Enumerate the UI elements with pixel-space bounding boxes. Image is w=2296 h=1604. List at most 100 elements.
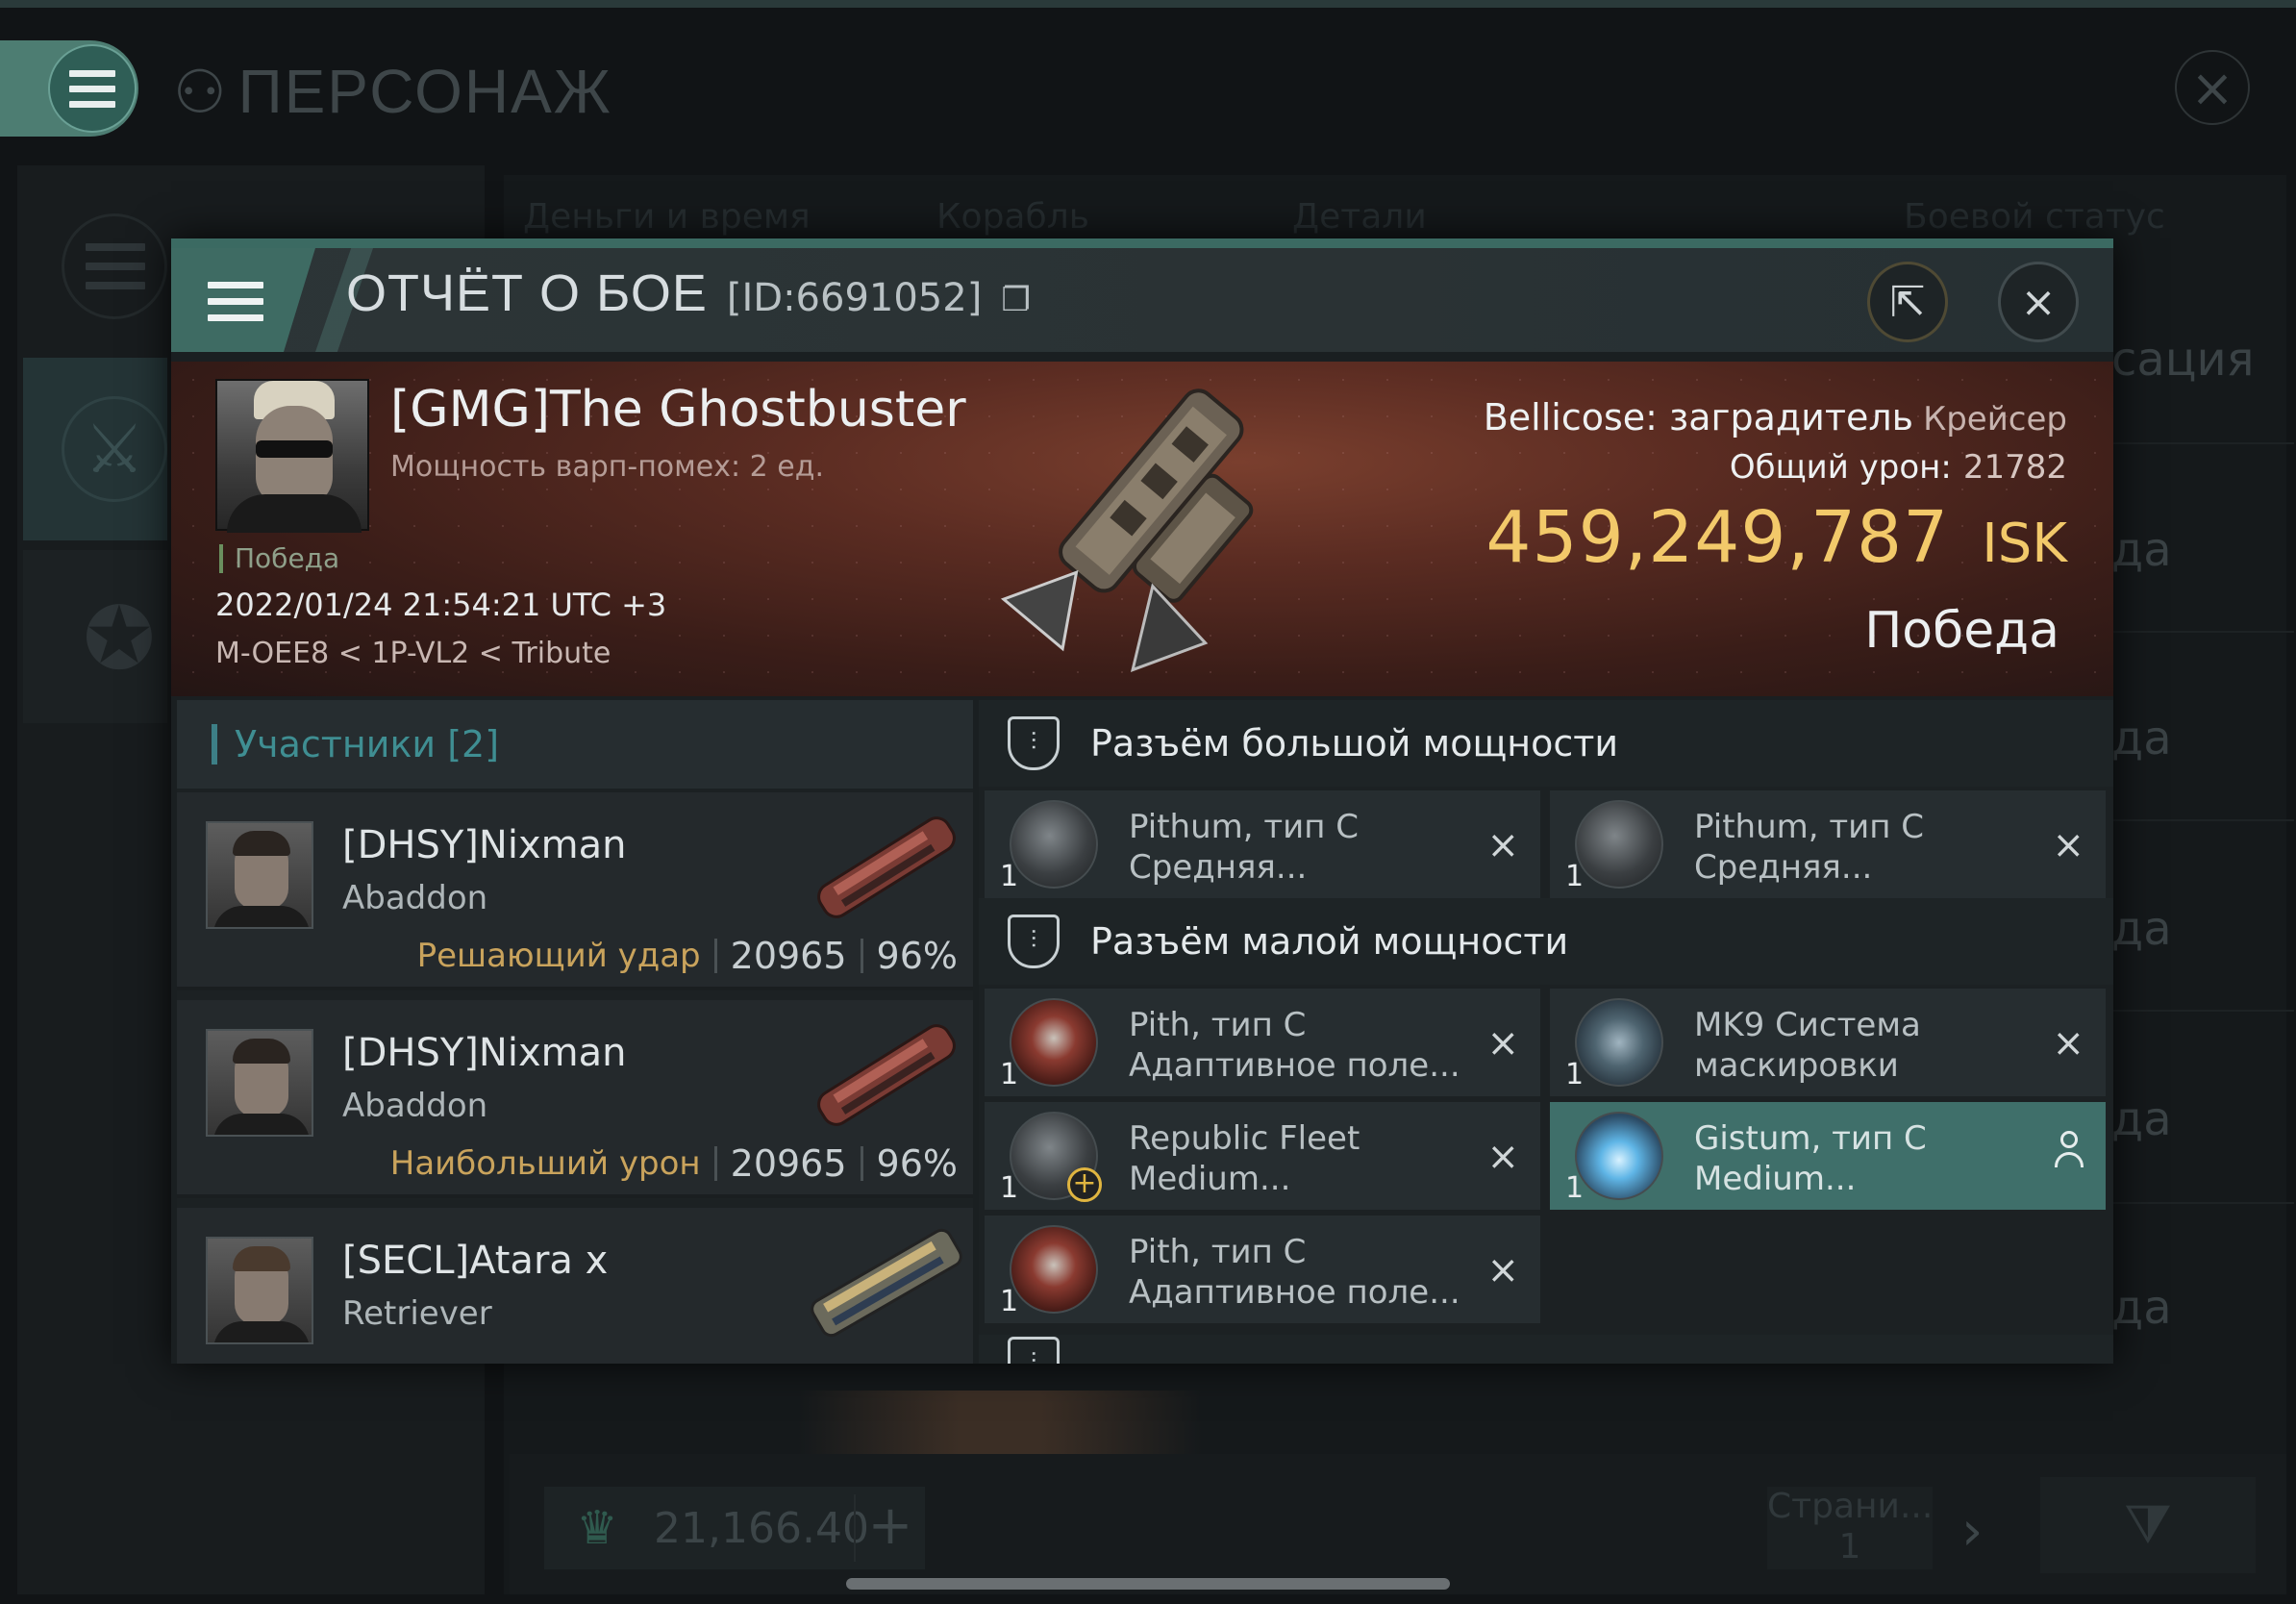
add-funds-button[interactable]: + [854, 1494, 925, 1562]
destroyed-icon: × [2052, 1021, 2084, 1065]
page-label: Страни... [1767, 1487, 1934, 1526]
horizontal-scrollbar[interactable] [846, 1578, 1450, 1590]
participant-row[interactable]: [SECL]Atara x Retriever [177, 1208, 973, 1364]
sidebar-medals-tab[interactable]: ✪ [23, 550, 167, 723]
next-page-icon[interactable]: › [1961, 1500, 1983, 1563]
participant-name: [SECL]Atara x [342, 1239, 609, 1283]
isk-unit: ISK [1982, 513, 2067, 575]
module-quantity: 1 [1565, 860, 1585, 893]
participant-ship-image [817, 816, 956, 918]
sidebar-menu-button[interactable] [62, 213, 167, 319]
participant-name: [DHSY]Nixman [342, 823, 627, 867]
victim-ship: Bellicose: заградитель Крейсер [1484, 396, 2067, 439]
list-item[interactable]: да [2111, 1092, 2172, 1146]
final-blow-tag: Решающий удар [416, 937, 701, 975]
participant-ship-image [811, 1228, 962, 1338]
module-type: маскировки [1694, 1046, 1899, 1085]
participant-portrait[interactable] [206, 1237, 313, 1344]
module-type: Средняя... [1694, 848, 1873, 887]
adaptive-field-icon [1010, 998, 1098, 1087]
wallet-display: ♛ 21,166.40 + [544, 1487, 925, 1569]
module-type: Medium... [1129, 1160, 1291, 1198]
shield-booster-icon [1575, 1112, 1663, 1200]
module-name: Republic Fleet [1129, 1119, 1360, 1158]
next-slot-header: ⫶ [979, 1335, 2113, 1364]
tab-combat-status[interactable]: Боевой статус [1904, 197, 2165, 237]
participant-portrait[interactable] [206, 1029, 313, 1137]
divider [2111, 1202, 2294, 1204]
background-ship-thumbnail [798, 1391, 1202, 1458]
character-close-icon[interactable]: × [2175, 50, 2250, 125]
divider [860, 939, 863, 973]
close-icon: × [2020, 277, 2057, 327]
divider [713, 939, 717, 973]
participant-name: [DHSY]Nixman [342, 1031, 627, 1075]
victim-ship-class: Крейсер [1923, 400, 2067, 439]
module-item[interactable]: 1 Pith, тип C Адаптивное поле... × [985, 1216, 1540, 1323]
victim-ship-name[interactable]: Bellicose: заградитель [1484, 396, 1913, 439]
module-quantity: 1 [1000, 1285, 1019, 1318]
kill-outcome: Победа [1864, 602, 2059, 660]
filter-icon: ⧩ [2124, 1493, 2172, 1556]
module-quantity: 1 [1565, 1058, 1585, 1091]
tab-details[interactable]: Детали [1292, 197, 1427, 237]
module-quantity: 1 [1000, 860, 1019, 893]
module-item[interactable]: 1 Pithum, тип C Средняя... × [985, 790, 1540, 898]
module-item-dropped[interactable]: 1 Gistum, тип C Medium... [1550, 1102, 2106, 1210]
participant-percent: 96% [876, 935, 958, 977]
list-item[interactable]: да [2111, 712, 2172, 765]
list-item[interactable]: да [2111, 902, 2172, 956]
victim-name[interactable]: [GMG]The Ghostbuster [390, 381, 966, 439]
shield-hardener-icon [1575, 800, 1663, 889]
character-menu-button[interactable] [0, 40, 138, 137]
share-button[interactable]: ⇱ [1867, 262, 1948, 342]
character-icon: ⚇ [173, 59, 229, 126]
total-damage-value: 21782 [1962, 448, 2067, 487]
participant-row[interactable]: [DHSY]Nixman Abaddon Наибольший урон 209… [177, 1000, 973, 1198]
sidebar-combat-tab[interactable]: ⚔ [23, 358, 167, 540]
shield-hardener-icon [1010, 800, 1098, 889]
module-type: Адаптивное поле... [1129, 1046, 1460, 1085]
page-selector[interactable]: Страни... 1 [1767, 1487, 1933, 1569]
module-name: Pithum, тип C [1694, 808, 1925, 846]
tab-money-time[interactable]: Деньги и время [523, 197, 811, 237]
header-accent [212, 724, 217, 764]
destroyed-icon: × [2052, 823, 2084, 867]
low-slot-header: ⫶ Разъём малой мощности [979, 898, 2113, 985]
isk-amount: 459,249,787 [1485, 496, 1950, 579]
participant-ship-image [817, 1024, 956, 1126]
shield-extender-icon: + [1010, 1112, 1102, 1202]
isk-value: 459,249,787 ISK [1485, 496, 2067, 579]
module-name: Pith, тип C [1129, 1233, 1307, 1271]
warp-scramble-strength: Мощность варп-помех: 2 ед. [390, 450, 825, 484]
modal-title-text: ОТЧЁТ О БОЕ [346, 264, 708, 322]
kill-location[interactable]: M-OEE8 < 1P-VL2 < Tribute [215, 637, 611, 670]
victim-portrait[interactable] [215, 379, 369, 533]
list-item[interactable]: да [2111, 523, 2172, 577]
tab-ship[interactable]: Корабль [936, 197, 1089, 237]
participant-row[interactable]: [DHSY]Nixman Abaddon Решающий удар 20965… [177, 792, 973, 990]
copy-icon[interactable]: ❐ [1001, 281, 1030, 319]
wallet-icon: ♛ [576, 1501, 618, 1555]
cloak-icon [1575, 998, 1663, 1087]
victim-ship-image[interactable] [979, 367, 1344, 694]
filter-button[interactable]: ⧩ [2040, 1477, 2256, 1573]
character-title-text: ПЕРСОНАЖ [237, 57, 612, 126]
participant-ship: Abaddon [342, 879, 488, 917]
module-item[interactable]: 1 Pith, тип C Адаптивное поле... × [985, 989, 1540, 1096]
total-damage: Общий урон: 21782 [1730, 448, 2067, 487]
close-button[interactable]: × [1998, 262, 2079, 342]
module-item[interactable]: 1 Pithum, тип C Средняя... × [1550, 790, 2106, 898]
list-item[interactable]: да [2111, 1281, 2172, 1335]
module-item[interactable]: 1 MK9 Система маскировки × [1550, 989, 2106, 1096]
list-item[interactable]: сация [2111, 333, 2255, 387]
hamburger-icon [208, 282, 263, 331]
combat-report-modal: ОТЧЁТ О БОЕ [ID:6691052] ❐ ⇱ × [GMG]The … [171, 238, 2113, 1364]
participant-damage: 20965 [730, 935, 847, 977]
participant-portrait[interactable] [206, 821, 313, 929]
participants-header[interactable]: Участники [2] [177, 700, 973, 789]
module-item[interactable]: + 1 Republic Fleet Medium... × [985, 1102, 1540, 1210]
module-name: Pithum, тип C [1129, 808, 1360, 846]
star-icon: ✪ [83, 588, 156, 689]
divider [2111, 819, 2294, 821]
